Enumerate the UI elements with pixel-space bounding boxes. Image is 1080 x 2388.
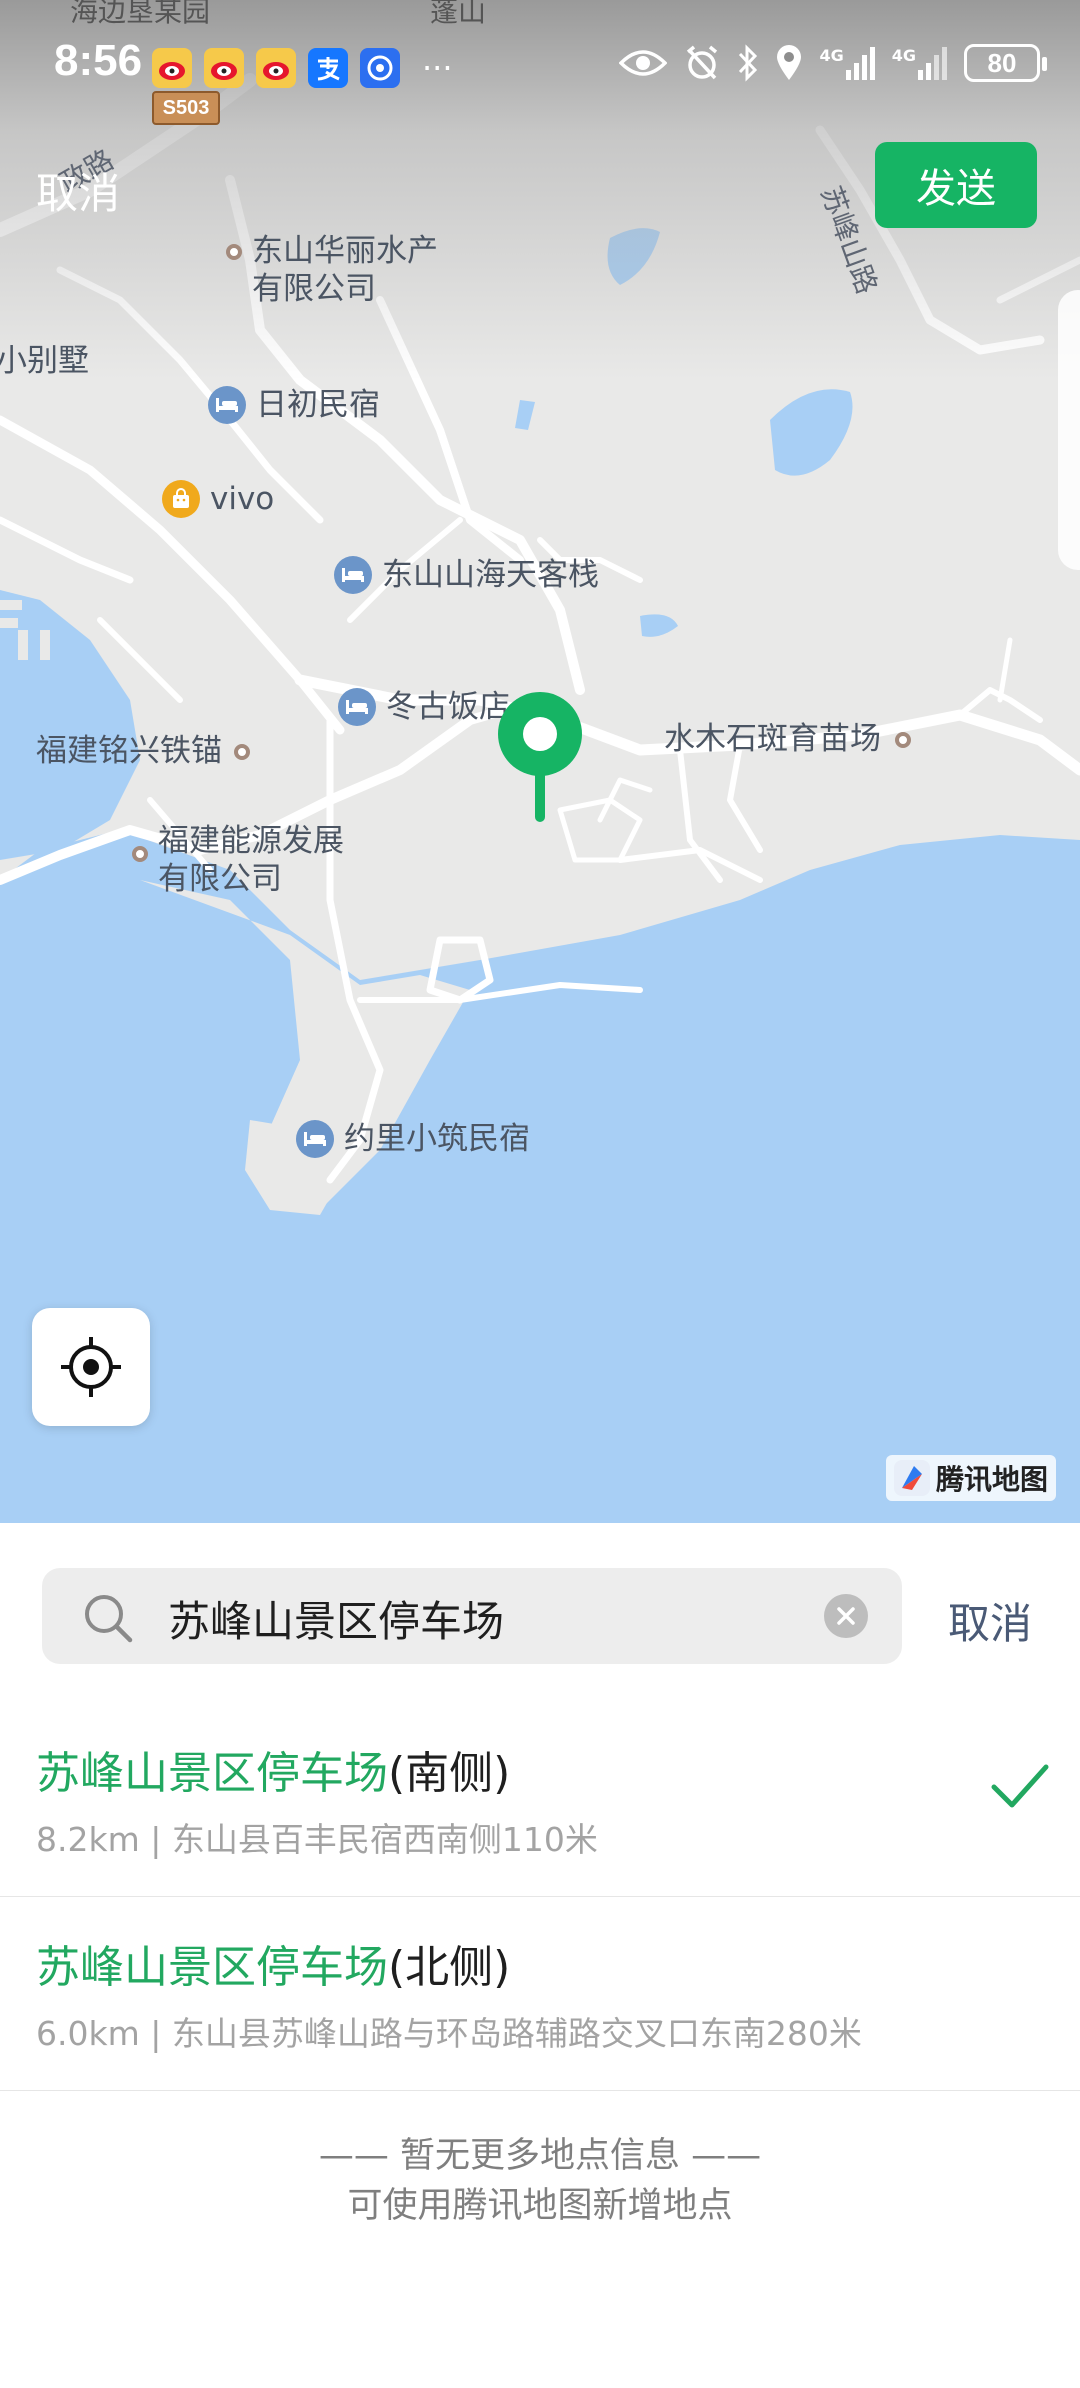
tencent-map-logo-text: 腾讯地图 — [936, 1463, 1049, 1496]
result-detail: 8.2km | 东山县百丰民宿西南侧110米 — [36, 1820, 598, 1859]
lake-2 — [770, 389, 853, 476]
poi-yueli[interactable]: 约里小筑民宿 — [296, 1120, 530, 1158]
weibo-icon — [204, 48, 244, 88]
notification-icons: ··· — [152, 48, 453, 88]
map-label-top-mid: 蓬山 — [430, 0, 487, 28]
shopping-bag-icon — [162, 480, 200, 518]
poi-label: vivo — [210, 481, 275, 517]
result-title: 苏峰山景区停车场(北侧) — [36, 1931, 510, 1995]
poi-vivo[interactable]: vivo — [162, 480, 274, 518]
result-title-highlight: 苏峰山景区停车场 — [36, 1748, 388, 1799]
poi-label: 福建铭兴铁锚 — [36, 733, 222, 769]
locate-me-button[interactable] — [32, 1308, 150, 1426]
eye-icon — [619, 50, 668, 76]
hotel-icon — [296, 1120, 334, 1158]
hotel-icon — [208, 386, 246, 424]
poi-shuimu[interactable]: 水木石斑育苗场 — [664, 720, 911, 758]
search-icon — [85, 1595, 133, 1643]
result-title: 苏峰山景区停车场(南侧) — [36, 1737, 510, 1801]
poi-dot-icon — [226, 244, 242, 260]
location-icon — [777, 45, 802, 80]
network-type: 4G — [819, 46, 844, 65]
side-panel-tab[interactable] — [1058, 290, 1080, 570]
add-place-hint: 可使用腾讯地图新增地点 — [347, 2186, 733, 2226]
no-more-results-note: —— 暂无更多地点信息 —— 可使用腾讯地图新增地点 — [0, 2131, 1080, 2231]
search-cancel-button[interactable]: 取消 — [948, 1590, 1032, 1651]
tencent-map-logo: 腾讯地图 — [886, 1455, 1057, 1501]
sea-water — [0, 830, 1080, 1523]
poi-label: 有限公司 — [252, 271, 376, 307]
poi-richu[interactable]: 日初民宿 — [208, 386, 380, 424]
result-title-highlight: 苏峰山景区停车场 — [36, 1942, 388, 1993]
poi-label: 冬古饭店 — [386, 689, 510, 725]
battery-icon: 80 — [964, 44, 1047, 82]
map-label-top-left: 海边垦某园 — [70, 0, 211, 28]
more-notifications: ··· — [422, 49, 453, 87]
lake-3 — [515, 400, 535, 430]
result-item[interactable]: 苏峰山景区停车场(南侧) 8.2km | 东山县百丰民宿西南侧110米 — [0, 1703, 1080, 1897]
no-more-results-line: —— 暂无更多地点信息 —— — [318, 2136, 762, 2176]
poi-label: 东山华丽水产 — [252, 233, 438, 269]
poi-dot-icon — [132, 846, 148, 862]
tencent-map-logo-icon — [894, 1460, 930, 1496]
poi-donggu[interactable]: 冬古饭店 — [338, 688, 510, 726]
result-item[interactable]: 苏峰山景区停车场(北侧) 6.0km | 东山县苏峰山路与环岛路辅路交叉口东南2… — [0, 1897, 1080, 2091]
map-view[interactable]: 海边垦某园 蓬山 S503 政路 苏峰山路 东山华丽水产 有限公司 小别墅 日初… — [0, 0, 1080, 1523]
hotel-icon — [334, 556, 372, 594]
poi-label: 约里小筑民宿 — [344, 1121, 530, 1157]
poi-label: 小别墅 — [0, 343, 89, 379]
search-query-text: 苏峰山景区停车场 — [168, 1597, 505, 1646]
search-row: 苏峰山景区停车场 取消 — [42, 1568, 1042, 1664]
poi-label: 东山山海天客栈 — [382, 557, 599, 593]
alarm-off-icon — [687, 45, 718, 80]
weibo-icon — [152, 48, 192, 88]
weibo-icon — [256, 48, 296, 88]
app-shield-icon — [360, 48, 400, 88]
signal-4g-icon: 4G — [819, 46, 875, 80]
alipay-icon — [308, 48, 348, 88]
hotel-icon — [338, 688, 376, 726]
network-type: 4G — [891, 46, 916, 65]
lake-4 — [640, 614, 678, 637]
search-input[interactable]: 苏峰山景区停车场 — [42, 1568, 902, 1664]
bluetooth-icon — [739, 44, 758, 82]
result-title-suffix: (北侧) — [388, 1942, 511, 1993]
poi-label: 有限公司 — [158, 861, 282, 897]
result-title-suffix: (南侧) — [388, 1748, 511, 1799]
poi-mingxing[interactable]: 福建铭兴铁锚 — [36, 732, 250, 770]
poi-dot-icon — [895, 732, 911, 748]
location-pin-icon[interactable] — [496, 690, 584, 834]
result-detail: 6.0km | 东山县苏峰山路与环岛路辅路交叉口东南280米 — [36, 2014, 862, 2053]
search-panel: 苏峰山景区停车场 取消 苏峰山景区停车场(南侧) 8.2km | 东山县百丰民宿… — [0, 1523, 1080, 2388]
poi-villa[interactable]: 小别墅 — [0, 342, 89, 380]
poi-haitian[interactable]: 东山山海天客栈 — [334, 556, 599, 594]
crosshair-icon — [61, 1337, 121, 1397]
road-shield-s503: S503 — [152, 91, 220, 125]
poi-label: 福建能源发展 — [158, 823, 344, 859]
poi-label: 水木石斑育苗场 — [664, 721, 881, 757]
send-button[interactable]: 发送 — [875, 142, 1037, 228]
checkmark-icon — [991, 1764, 1049, 1808]
status-bar: 8:56 ··· 4G 4G 80 — [0, 36, 1080, 96]
system-icons: 4G 4G 80 — [619, 44, 1047, 82]
poi-dot-icon — [234, 744, 250, 760]
signal-4g-icon-2: 4G — [892, 46, 948, 80]
poi-label: 日初民宿 — [256, 387, 380, 423]
cancel-button[interactable]: 取消 — [36, 160, 120, 221]
poi-donghshan-huali[interactable]: 东山华丽水产 有限公司 — [226, 232, 438, 308]
status-time: 8:56 — [54, 36, 143, 85]
poi-nengyuan[interactable]: 福建能源发展 有限公司 — [132, 822, 344, 898]
clear-search-icon[interactable] — [824, 1594, 868, 1638]
